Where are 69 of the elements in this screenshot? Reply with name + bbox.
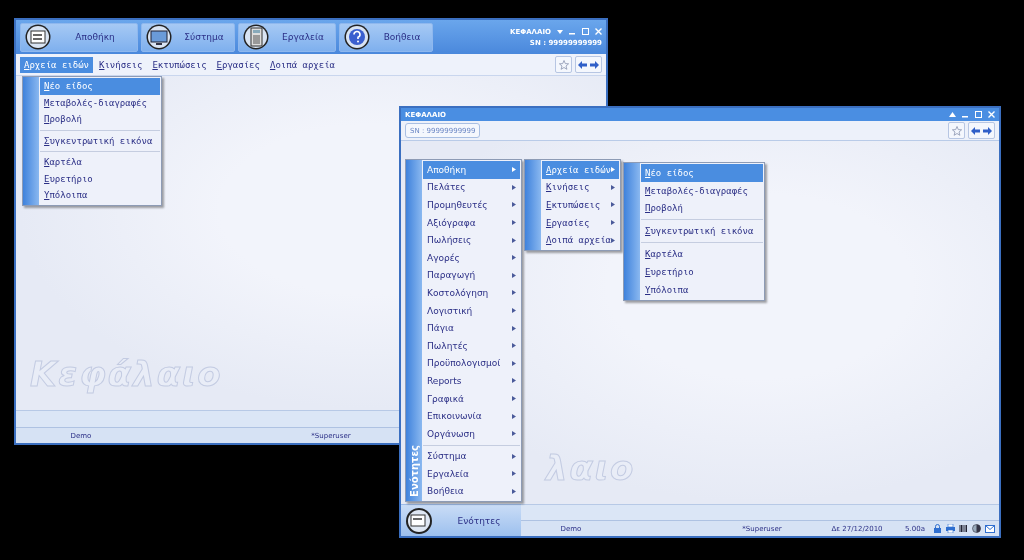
menu-item[interactable]: Επικοινωνία (423, 407, 520, 425)
menu-item[interactable]: Καρτέλα (641, 245, 763, 263)
menu-item[interactable]: Παραγωγή (423, 266, 520, 285)
menu-bar-item[interactable]: Εκτυπώσεις (148, 56, 211, 73)
forward-arrow-icon (590, 60, 599, 69)
menu-item[interactable]: Πωλητές (423, 336, 520, 355)
menu-item[interactable]: Λογιστική (423, 301, 520, 320)
toolbar-button-icon (344, 24, 370, 50)
menu-item[interactable]: Προϋπολογισμοί (423, 354, 520, 373)
menu-item[interactable]: Πελάτες (423, 178, 520, 197)
menu-item[interactable]: Ευρετήριο (641, 263, 763, 281)
navigation-button[interactable] (575, 56, 602, 73)
maximize-icon[interactable] (582, 28, 589, 35)
menu-item[interactable]: Λοιπά αρχεία (541, 231, 619, 249)
menu-bar-item[interactable]: Εργασίες (212, 56, 264, 73)
menu-item[interactable]: Αξιόγραφα (423, 213, 520, 232)
star-icon (951, 125, 962, 136)
toolbar-button[interactable]: Βοήθεια (339, 22, 433, 52)
menu-item[interactable]: Συγκεντρωτική εικόνα (40, 132, 160, 149)
menu-bar-item[interactable]: Λοιπά αρχεία (265, 56, 339, 73)
back-arrow-icon (578, 60, 587, 69)
caret-icon[interactable] (557, 29, 563, 34)
forward-arrow-icon (983, 126, 992, 135)
menu-item[interactable]: Μεταβολές-διαγραφές (40, 94, 160, 111)
menu-item[interactable]: Reports (423, 372, 520, 390)
menu-item[interactable]: Κινήσεις (541, 178, 619, 197)
menu-item[interactable]: Μεταβολές-διαγραφές (641, 181, 763, 200)
menu-item[interactable]: Εκτυπώσεις (541, 196, 619, 214)
toolbar-button-icon (243, 24, 269, 50)
barcode-icon[interactable] (959, 524, 968, 534)
menu-item[interactable]: Κοστολόγηση (423, 284, 520, 302)
menu-item[interactable]: Υπόλοιπα (641, 280, 763, 299)
menu-item[interactable]: Οργάνωση (423, 424, 520, 443)
menu-item[interactable]: Πάγια (423, 319, 520, 337)
menu-side-label: Ενότητες (408, 444, 420, 500)
toolbar-button-icon (146, 24, 172, 50)
favorite-button[interactable] (555, 56, 572, 73)
app-logo-icon (405, 506, 433, 535)
menu-item[interactable]: Εργασίες (541, 213, 619, 232)
menu-item[interactable]: Συγκεντρωτική εικόνα (641, 222, 763, 241)
menu-item[interactable]: Υπόλοιπα (40, 187, 160, 204)
favorite-button[interactable] (948, 122, 965, 139)
menu-item[interactable]: Ευρετήριο (40, 170, 160, 187)
menu-item[interactable]: Καρτέλα (40, 154, 160, 171)
menu-item[interactable]: Προβολή (641, 199, 763, 218)
star-icon (558, 59, 569, 70)
printer-icon[interactable] (946, 524, 955, 534)
toolbar-button[interactable]: Εργαλεία (238, 22, 336, 52)
menu-item[interactable]: Προμηθευτές (423, 196, 520, 214)
menu-item[interactable]: Βοήθεια (423, 482, 520, 501)
menu-item[interactable]: Προβολή (40, 111, 160, 128)
close-icon[interactable] (988, 111, 995, 118)
menu-bar-item[interactable]: Κινήσεις (95, 56, 147, 73)
menu-item[interactable]: Σύστημα (423, 447, 520, 466)
close-icon[interactable] (595, 28, 602, 35)
back-arrow-icon (971, 126, 980, 135)
toolbar-button[interactable]: Σύστημα (141, 22, 235, 52)
navigation-button[interactable] (968, 122, 995, 139)
mail-icon[interactable] (985, 524, 995, 533)
menu-item[interactable]: Εργαλεία (423, 465, 520, 483)
start-button[interactable]: Ενότητες (401, 504, 521, 536)
toolbar-button-icon (25, 24, 51, 50)
maximize-icon[interactable] (975, 111, 982, 118)
menu-item[interactable]: Αγορές (423, 248, 520, 267)
menu-item[interactable]: Γραφικά (423, 389, 520, 408)
menu-item[interactable]: Πωλήσεις (423, 231, 520, 249)
collapse-icon[interactable] (949, 112, 956, 117)
lock-icon[interactable] (933, 524, 942, 534)
toolbar-button[interactable]: Αποθήκη (20, 22, 138, 52)
